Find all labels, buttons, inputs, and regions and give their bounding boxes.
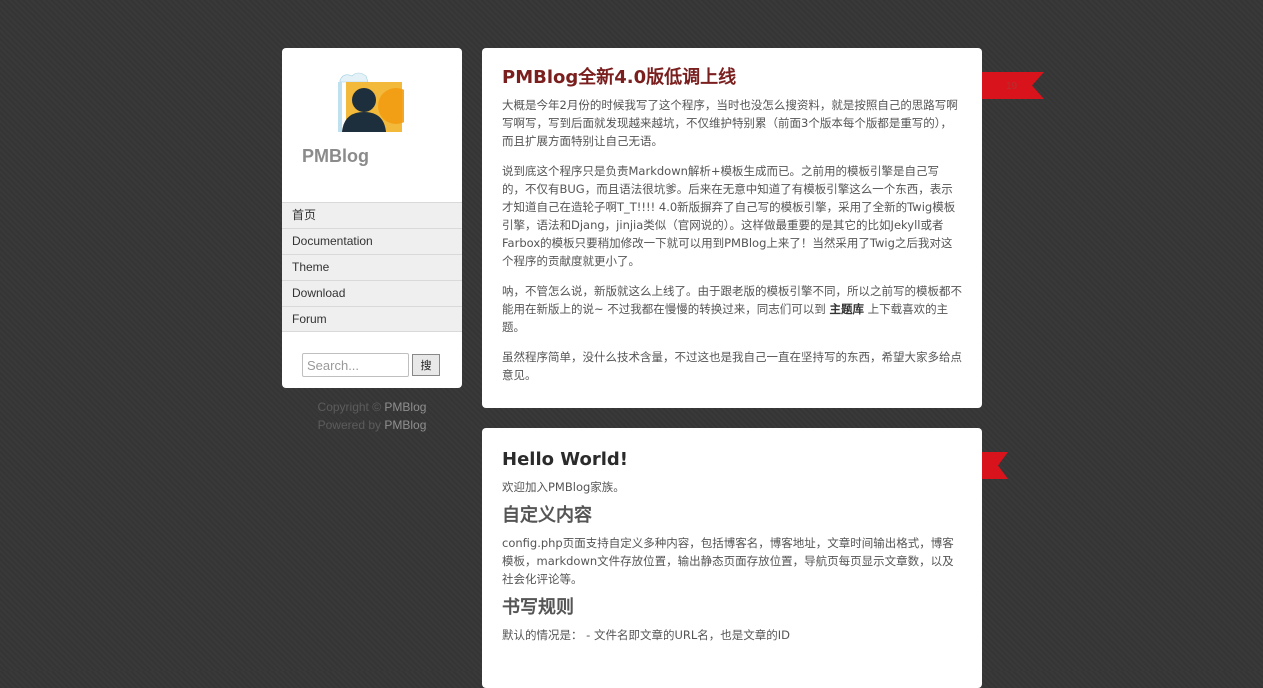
post-card: Hello World! 欢迎加入PMBlog家族。 自定义内容 config.…	[482, 428, 982, 688]
copyright-link[interactable]: PMBlog	[384, 400, 426, 414]
nav-item-documentation[interactable]: Documentation	[282, 228, 462, 254]
comment-count-ribbon[interactable]: 19	[982, 72, 1044, 99]
footer: Copyright © PMBlog Powered by PMBlog	[282, 398, 462, 434]
comment-count: 19	[1006, 81, 1018, 92]
post-paragraph: 默认的情况是： - 文件名即文章的URL名，也是文章的ID	[502, 628, 791, 642]
post-paragraph: 呐，不管怎么说，新版就这么上线了。由于跟老版的模板引擎不同，所以之前写的模板都不…	[502, 282, 962, 336]
avatar-image	[338, 68, 414, 134]
section-heading: 书写规则	[502, 597, 574, 618]
avatar[interactable]	[338, 68, 414, 134]
powered-line: Powered by PMBlog	[282, 416, 462, 434]
powered-text: Powered by	[317, 418, 381, 432]
bookmark-ribbon	[982, 452, 1008, 479]
post-title[interactable]: PMBlog全新4.0版低调上线	[502, 66, 962, 90]
post-paragraph: 虽然程序简单，没什么技术含量，不过这也是我自己一直在坚持写的东西，希望大家多给点…	[502, 350, 962, 382]
post-title[interactable]: Hello World!	[502, 448, 962, 472]
copyright-line: Copyright © PMBlog	[282, 398, 462, 416]
section-heading: 自定义内容	[502, 505, 592, 526]
post-paragraph: 欢迎加入PMBlog家族。	[502, 480, 625, 494]
post-paragraph: 说到底这个程序只是负责Markdown解析+模板生成而已。之前用的模板引擎是自己…	[502, 164, 956, 268]
nav-item-theme[interactable]: Theme	[282, 254, 462, 280]
sidebar: PMBlog 首页 Documentation Theme Download F…	[282, 48, 462, 388]
site-title[interactable]: PMBlog	[302, 146, 369, 167]
search-input[interactable]	[302, 353, 409, 377]
search-form: 搜	[302, 353, 440, 377]
nav-item-home[interactable]: 首页	[282, 202, 462, 228]
powered-link[interactable]: PMBlog	[384, 418, 426, 432]
theme-library-link[interactable]: 主题库	[829, 302, 864, 316]
main-nav: 首页 Documentation Theme Download Forum	[282, 202, 462, 332]
nav-item-download[interactable]: Download	[282, 280, 462, 306]
nav-item-forum[interactable]: Forum	[282, 306, 462, 332]
post-paragraph: 大概是今年2月份的时候我写了这个程序，当时也没怎么搜资料，就是按照自己的思路写啊…	[502, 98, 958, 148]
search-button[interactable]: 搜	[412, 354, 440, 376]
copyright-text: Copyright ©	[317, 400, 382, 414]
post-paragraph: config.php页面支持自定义多种内容，包括博客名，博客地址，文章时间输出格…	[502, 536, 954, 586]
post-card: PMBlog全新4.0版低调上线 大概是今年2月份的时候我写了这个程序，当时也没…	[482, 48, 982, 408]
